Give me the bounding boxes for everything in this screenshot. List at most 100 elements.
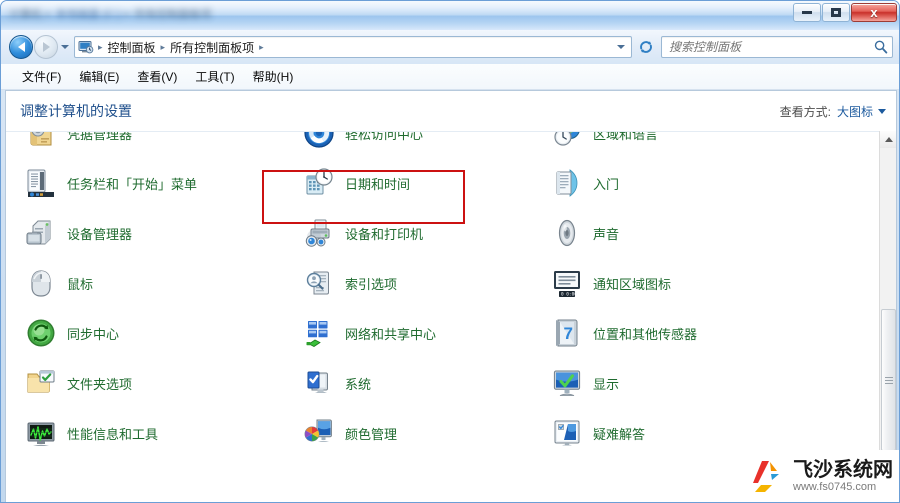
item-notification-area-icons[interactable]: 0 0:00 通知区域图标 xyxy=(532,258,880,308)
item-ease-of-access-center[interactable]: 轻松访问中心 xyxy=(284,131,532,158)
control-panel-item-label: 设备和打印机 xyxy=(345,226,424,242)
control-panel-row: 任务栏和「开始」菜单 日期和时间 入门 xyxy=(6,158,880,208)
item-devices-and-printers[interactable]: 设备和打印机 xyxy=(284,208,532,258)
menu-tools[interactable]: 工具(T) xyxy=(186,65,243,88)
menu-file[interactable]: 文件(F) xyxy=(13,65,70,88)
notification-area-icons-icon: 0 0:00 xyxy=(550,266,584,300)
chevron-up-icon xyxy=(884,137,893,142)
view-by-label: 查看方式: xyxy=(779,104,831,119)
control-panel-item-label: 文件夹选项 xyxy=(67,376,133,392)
control-panel-item-label: 轻松访问中心 xyxy=(345,131,424,142)
item-performance-information-and-tools[interactable]: 性能信息和工具 xyxy=(6,408,284,458)
chevron-down-icon xyxy=(878,108,886,114)
breadcrumb-separator-1: ▸ xyxy=(160,41,166,52)
vertical-scrollbar[interactable] xyxy=(879,131,896,502)
network-sharing-center-icon xyxy=(302,316,336,350)
item-location-and-other-sensors[interactable]: 7 位置和其他传感器 xyxy=(532,308,880,358)
control-panel-row: 凭据管理器 轻松访问中心 区域和语言 xyxy=(6,131,880,158)
address-toolbar: ▸ 控制面板 ▸ 所有控制面板项 ▸ xyxy=(1,30,899,64)
control-panel-items-grid: 凭据管理器 轻松访问中心 区域和语言 任务栏和「开始」菜单 日期和时间 入门 设… xyxy=(6,131,880,458)
refresh-button[interactable] xyxy=(635,36,657,58)
breadcrumb-control-panel[interactable]: 控制面板 xyxy=(105,39,159,56)
sound-icon xyxy=(550,216,584,250)
mouse-icon xyxy=(24,266,58,300)
site-watermark: 飞沙系统网 www.fs0745.com xyxy=(746,450,899,502)
ease-of-access-icon xyxy=(302,132,336,150)
back-arrow-icon xyxy=(17,42,25,52)
control-panel-icon xyxy=(78,39,94,55)
chevron-down-icon xyxy=(617,45,625,49)
control-panel-item-label: 声音 xyxy=(593,226,620,242)
item-credential-manager[interactable]: 凭据管理器 xyxy=(6,131,284,158)
display-icon xyxy=(550,366,584,400)
watermark-text: 飞沙系统网 www.fs0745.com xyxy=(793,459,893,493)
menu-edit[interactable]: 编辑(E) xyxy=(70,65,128,88)
control-panel-item-label: 设备管理器 xyxy=(67,226,133,242)
refresh-icon xyxy=(640,41,652,53)
forward-button[interactable] xyxy=(34,35,58,59)
maximize-icon xyxy=(831,8,841,17)
watermark-url: www.fs0745.com xyxy=(793,481,877,493)
view-by-value[interactable]: 大图标 xyxy=(837,103,873,120)
scrollbar-thumb[interactable] xyxy=(881,309,896,451)
scroll-up-button[interactable] xyxy=(880,131,896,148)
item-network-and-sharing-center[interactable]: 网络和共享中心 xyxy=(284,308,532,358)
control-panel-item-label: 任务栏和「开始」菜单 xyxy=(67,176,198,192)
item-date-and-time[interactable]: 日期和时间 xyxy=(284,158,532,208)
item-display[interactable]: 显示 xyxy=(532,358,880,408)
view-by-control[interactable]: 查看方式: 大图标 xyxy=(780,103,886,120)
search-input[interactable] xyxy=(669,40,873,54)
getting-started-icon xyxy=(550,166,584,200)
window-titlebar[interactable]: 计算机 ▸ 本地磁盘 (C:) ▸ 所有控制面板项 x xyxy=(1,1,899,30)
maximize-button[interactable] xyxy=(822,3,850,22)
svg-text:0 0:00: 0 0:00 xyxy=(561,292,577,298)
item-mouse[interactable]: 鼠标 xyxy=(6,258,284,308)
menu-view[interactable]: 查看(V) xyxy=(128,65,186,88)
control-panel-item-label: 区域和语言 xyxy=(593,131,659,142)
control-panel-item-label: 入门 xyxy=(593,176,620,192)
sync-center-icon xyxy=(24,316,58,350)
control-panel-item-label: 索引选项 xyxy=(345,276,398,292)
performance-tools-icon xyxy=(24,416,58,450)
item-region-and-language[interactable]: 区域和语言 xyxy=(532,131,880,158)
item-sound[interactable]: 声音 xyxy=(532,208,880,258)
item-color-management[interactable]: 颜色管理 xyxy=(284,408,532,458)
address-bar[interactable]: ▸ 控制面板 ▸ 所有控制面板项 ▸ xyxy=(74,36,632,58)
item-taskbar-and-start-menu[interactable]: 任务栏和「开始」菜单 xyxy=(6,158,284,208)
item-device-manager[interactable]: 设备管理器 xyxy=(6,208,284,258)
device-manager-icon xyxy=(24,216,58,250)
breadcrumb-separator-2: ▸ xyxy=(259,41,264,52)
item-indexing-options[interactable]: 索引选项 xyxy=(284,258,532,308)
item-folder-options[interactable]: 文件夹选项 xyxy=(6,358,284,408)
search-box[interactable] xyxy=(661,36,893,58)
menu-help[interactable]: 帮助(H) xyxy=(244,65,303,88)
control-panel-window: 计算机 ▸ 本地磁盘 (C:) ▸ 所有控制面板项 x ▸ 控制面板 ▸ 所有控… xyxy=(0,0,900,503)
scrollbar-grip-icon xyxy=(884,375,893,386)
control-panel-item-label: 位置和其他传感器 xyxy=(593,326,698,342)
minimize-button[interactable] xyxy=(793,3,821,22)
item-sync-center[interactable]: 同步中心 xyxy=(6,308,284,358)
window-controls: x xyxy=(793,3,897,22)
control-panel-row: 文件夹选项 系统 显示 xyxy=(6,358,880,408)
back-button[interactable] xyxy=(9,35,33,59)
control-panel-item-label: 网络和共享中心 xyxy=(345,326,437,342)
control-panel-item-label: 性能信息和工具 xyxy=(67,426,159,442)
close-button[interactable]: x xyxy=(851,3,897,22)
indexing-options-icon xyxy=(302,266,336,300)
recent-pages-button[interactable] xyxy=(58,37,72,57)
control-panel-item-label: 系统 xyxy=(345,376,372,392)
item-system[interactable]: 系统 xyxy=(284,358,532,408)
breadcrumb-separator-0: ▸ xyxy=(98,41,103,52)
breadcrumb-all-items[interactable]: 所有控制面板项 xyxy=(167,39,257,56)
control-panel-item-label: 同步中心 xyxy=(67,326,120,342)
control-panel-items-area[interactable]: 凭据管理器 轻松访问中心 区域和语言 任务栏和「开始」菜单 日期和时间 入门 设… xyxy=(6,131,896,502)
chevron-down-icon xyxy=(61,45,69,49)
control-panel-item-label: 鼠标 xyxy=(67,276,94,292)
content-header: 调整计算机的设置 查看方式: 大图标 xyxy=(6,91,896,131)
address-dropdown-button[interactable] xyxy=(613,45,629,49)
item-getting-started[interactable]: 入门 xyxy=(532,158,880,208)
forward-arrow-icon xyxy=(42,42,50,52)
control-panel-item-label: 凭据管理器 xyxy=(67,131,133,142)
location-sensors-icon: 7 xyxy=(550,316,584,350)
control-panel-row: 鼠标 索引选项 0 0:00 通知区域图标 xyxy=(6,258,880,308)
